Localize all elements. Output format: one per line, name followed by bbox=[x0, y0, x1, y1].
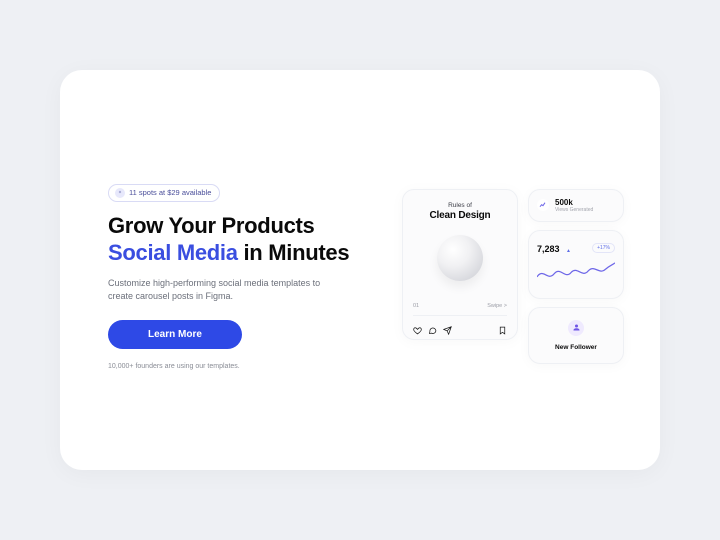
follower-label: New Follower bbox=[555, 344, 597, 351]
subheading: Customize high-performing social media t… bbox=[108, 277, 338, 304]
hero-left-column: 11 spots at $29 available Grow Your Prod… bbox=[108, 183, 402, 370]
stats-column: 500k Views Generated 7,283 ▲ +17% bbox=[528, 189, 624, 364]
arrow-up-icon: ▲ bbox=[566, 248, 571, 254]
learn-more-button[interactable]: Learn More bbox=[108, 320, 242, 349]
views-value: 500k bbox=[555, 198, 593, 207]
availability-badge: 11 spots at $29 available bbox=[108, 184, 220, 202]
metric-delta: +17% bbox=[592, 243, 615, 253]
sparkline-chart bbox=[537, 261, 615, 285]
sphere-graphic bbox=[437, 235, 483, 281]
post-page-number: 01 bbox=[413, 303, 419, 309]
follower-tile: New Follower bbox=[528, 307, 624, 364]
comment-icon[interactable] bbox=[428, 322, 437, 331]
social-post-preview: Rules of Clean Design 01 Swipe > bbox=[402, 189, 518, 340]
bookmark-icon[interactable] bbox=[498, 322, 507, 331]
heart-icon[interactable] bbox=[413, 322, 422, 331]
spark-icon bbox=[115, 188, 125, 198]
post-action-bar bbox=[413, 315, 507, 331]
metric-tile: 7,283 ▲ +17% bbox=[528, 230, 624, 299]
metric-value: 7,283 bbox=[537, 244, 560, 254]
headline-line1: Grow Your Products bbox=[108, 213, 314, 238]
hero-card: 11 spots at $29 available Grow Your Prod… bbox=[60, 70, 660, 470]
post-swipe-hint: Swipe > bbox=[487, 303, 507, 309]
post-title: Clean Design bbox=[413, 210, 507, 221]
page-title: Grow Your Products Social Media in Minut… bbox=[108, 212, 382, 267]
post-meta-row: 01 Swipe > bbox=[413, 303, 507, 309]
views-label: Views Generated bbox=[555, 207, 593, 213]
social-proof-text: 10,000+ founders are using our templates… bbox=[108, 363, 382, 370]
badge-text: 11 spots at $29 available bbox=[129, 188, 211, 197]
headline-accent: Social Media bbox=[108, 240, 238, 265]
views-tile: 500k Views Generated bbox=[528, 189, 624, 222]
hero-right-column: Rules of Clean Design 01 Swipe > bbox=[402, 189, 624, 364]
headline-tail: in Minutes bbox=[238, 240, 350, 265]
post-kicker: Rules of bbox=[413, 202, 507, 209]
send-icon[interactable] bbox=[443, 322, 452, 331]
user-icon bbox=[568, 320, 584, 336]
trend-icon bbox=[537, 199, 549, 211]
